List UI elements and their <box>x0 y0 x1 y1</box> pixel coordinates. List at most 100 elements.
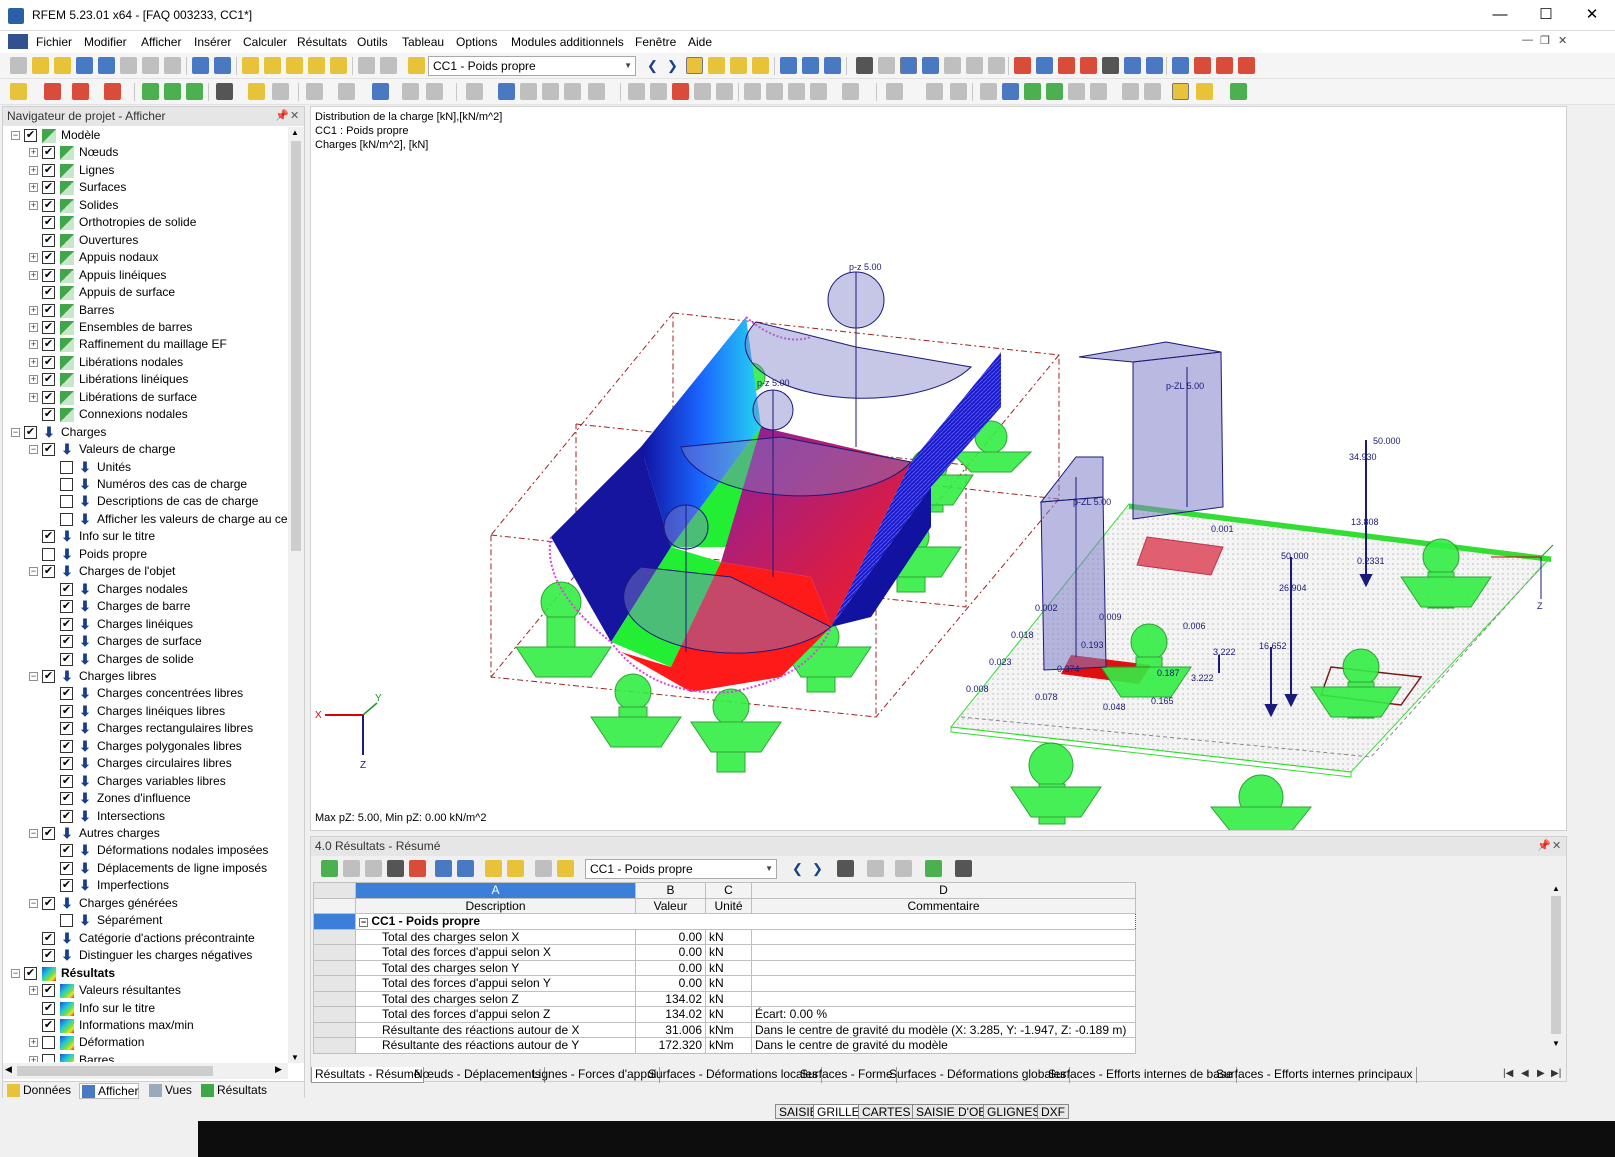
node-icon[interactable] <box>900 57 917 74</box>
tree-checkbox[interactable]: ✔ <box>42 251 55 264</box>
tree-checkbox[interactable]: ✔ <box>42 670 55 683</box>
tree-checkbox[interactable]: ✔ <box>60 705 73 718</box>
menu-inserer[interactable]: Insérer <box>194 35 231 49</box>
view-front-icon[interactable] <box>716 83 733 100</box>
tree-node[interactable]: + ✔ Raffinement du maillage EF <box>3 336 288 353</box>
tree-node[interactable]: ✔ ⬇ Charges nodales <box>3 581 288 598</box>
collapse-icon[interactable]: − <box>29 672 38 681</box>
previous-icon[interactable]: ❮ <box>789 860 806 877</box>
mesh-icon[interactable] <box>878 57 895 74</box>
guideline-icon[interactable] <box>272 83 289 100</box>
delete-icon[interactable] <box>1080 57 1097 74</box>
table-display-icon[interactable] <box>387 860 404 877</box>
tree-checkbox[interactable]: ✔ <box>42 897 55 910</box>
tree-node[interactable]: ✔ ⬇ Catégorie d'actions précontrainte <box>3 930 288 947</box>
tree-node[interactable]: ✔ Info sur le titre <box>3 1000 288 1017</box>
tree-checkbox[interactable]: ✔ <box>42 408 55 421</box>
tree-checkbox[interactable]: ✔ <box>60 600 73 613</box>
search-icon[interactable] <box>264 57 281 74</box>
tree-checkbox[interactable]: ✔ <box>60 844 73 857</box>
comment-icon[interactable] <box>248 83 265 100</box>
results-tab[interactable]: Surfaces - Efforts internes principaux <box>1213 1067 1417 1083</box>
load-member-icon[interactable] <box>1216 57 1233 74</box>
select-icon[interactable] <box>10 83 27 100</box>
group-row[interactable]: − CC1 - Poids propre <box>313 913 1136 930</box>
view-3d-icon[interactable] <box>372 83 389 100</box>
menu-aide[interactable]: Aide <box>688 35 712 49</box>
tree-node[interactable]: + ✔ Libérations nodales <box>3 354 288 371</box>
next-icon[interactable]: ❯ <box>809 860 826 877</box>
tree-node[interactable]: + ✔ Lignes <box>3 162 288 179</box>
scroll-right-icon[interactable]: ▶ <box>275 1064 282 1075</box>
clip-icon[interactable] <box>950 83 967 100</box>
filter-icon[interactable] <box>164 83 181 100</box>
expand-icon[interactable]: + <box>29 986 38 995</box>
tree-checkbox[interactable]: ✔ <box>60 879 73 892</box>
table-sync-icon[interactable] <box>485 860 502 877</box>
tree-checkbox[interactable] <box>60 478 73 491</box>
menu-calculer[interactable]: Calculer <box>243 35 287 49</box>
collapse-icon[interactable]: − <box>29 445 38 454</box>
table-row[interactable]: Total des charges selon Y 0.00 kN <box>313 959 1136 976</box>
mdi-minimize-button[interactable]: — <box>1522 34 1533 46</box>
tree-node[interactable]: − ✔ ⬇ Charges générées <box>3 895 288 912</box>
project-icon[interactable] <box>308 57 325 74</box>
table-columns-icon[interactable] <box>343 860 360 877</box>
tree-node[interactable]: + ✔ Valeurs résultantes <box>3 982 288 999</box>
tree-checkbox[interactable]: ✔ <box>42 932 55 945</box>
tree-node[interactable]: − ✔ ⬇ Charges libres <box>3 668 288 685</box>
grid-icon[interactable] <box>856 57 873 74</box>
tree-node[interactable]: − ✔ ⬇ Charges de l'objet <box>3 563 288 580</box>
view-x-icon[interactable] <box>744 83 761 100</box>
tree-checkbox[interactable] <box>42 1036 55 1049</box>
navigator-vertical-scrollbar[interactable]: ▲ ▼ <box>288 127 304 1063</box>
tree-node[interactable]: ✔ ⬇ Imperfections <box>3 877 288 894</box>
results-tab[interactable]: Surfaces - Déformations globales <box>886 1067 1071 1083</box>
table-row[interactable]: Résultante des réactions autour de Y 172.… <box>313 1037 1136 1054</box>
loadcase-select[interactable]: CC1 - Poids propre ▼ <box>428 56 636 76</box>
tree-node[interactable]: + ✔ Libérations de surface <box>3 389 288 406</box>
status-grille[interactable]: GRILLE <box>813 1104 864 1119</box>
expand-icon[interactable]: + <box>29 183 38 192</box>
tree-node[interactable]: ✔ ⬇ Déplacements de ligne imposés <box>3 860 288 877</box>
show-results-icon[interactable] <box>686 57 703 74</box>
measure-icon[interactable] <box>886 83 903 100</box>
graphics-viewport[interactable]: Distribution de la charge [kN],[kN/m^2] … <box>310 106 1567 831</box>
tab-nav-next-icon[interactable]: ▶ <box>1537 1068 1545 1079</box>
column-header-description[interactable]: Description <box>355 897 636 914</box>
table-export-icon[interactable] <box>457 860 474 877</box>
tree-checkbox[interactable]: ✔ <box>42 146 55 159</box>
tree-node[interactable]: ✔ ⬇ Charges de surface <box>3 633 288 650</box>
results-tab[interactable]: Nœuds - Déplacements <box>411 1067 545 1083</box>
snap-icon[interactable] <box>72 83 89 100</box>
tree-checkbox[interactable]: ✔ <box>42 216 55 229</box>
table-grid-icon[interactable] <box>535 860 552 877</box>
tree-node[interactable]: + ✔ Barres <box>3 302 288 319</box>
tree-checkbox[interactable] <box>42 1054 55 1062</box>
view-cube-icon[interactable] <box>694 83 711 100</box>
load-surface-icon[interactable] <box>1238 57 1255 74</box>
visibility-filter-icon[interactable] <box>980 83 997 100</box>
table-delete-icon[interactable] <box>409 860 426 877</box>
model-3d-view[interactable]: p-z 5.00 p-z 5.00 p-ZL 5.00 p-ZL 5.00 50… <box>311 107 1567 831</box>
menu-fichier[interactable]: Fichier <box>36 35 72 49</box>
tab-afficher[interactable]: Afficher <box>79 1083 140 1099</box>
member-icon[interactable] <box>1124 57 1141 74</box>
tree-checkbox[interactable]: ✔ <box>42 321 55 334</box>
results-tab[interactable]: Lignes - Forces d'appui <box>529 1067 661 1083</box>
expand-icon[interactable]: + <box>29 1056 38 1062</box>
calculator-icon[interactable] <box>955 860 972 877</box>
deform-icon[interactable] <box>802 57 819 74</box>
column-letter-d[interactable]: D <box>751 882 1136 899</box>
axis-icon[interactable] <box>1090 83 1107 100</box>
mdi-restore-button[interactable]: ❐ <box>1540 34 1550 47</box>
panel-icon[interactable] <box>1172 83 1189 100</box>
move-icon[interactable] <box>498 83 515 100</box>
status-glignes[interactable]: GLIGNES <box>983 1104 1045 1119</box>
tab-vues[interactable]: Vues <box>147 1083 192 1099</box>
table-settings-icon[interactable] <box>895 860 912 877</box>
table-edit-icon[interactable] <box>557 860 574 877</box>
tree-node[interactable]: ✔ ⬇ Intersections <box>3 808 288 825</box>
collapse-icon[interactable]: − <box>11 131 20 140</box>
table-row[interactable]: Total des charges selon Z 134.02 kN <box>313 990 1136 1007</box>
